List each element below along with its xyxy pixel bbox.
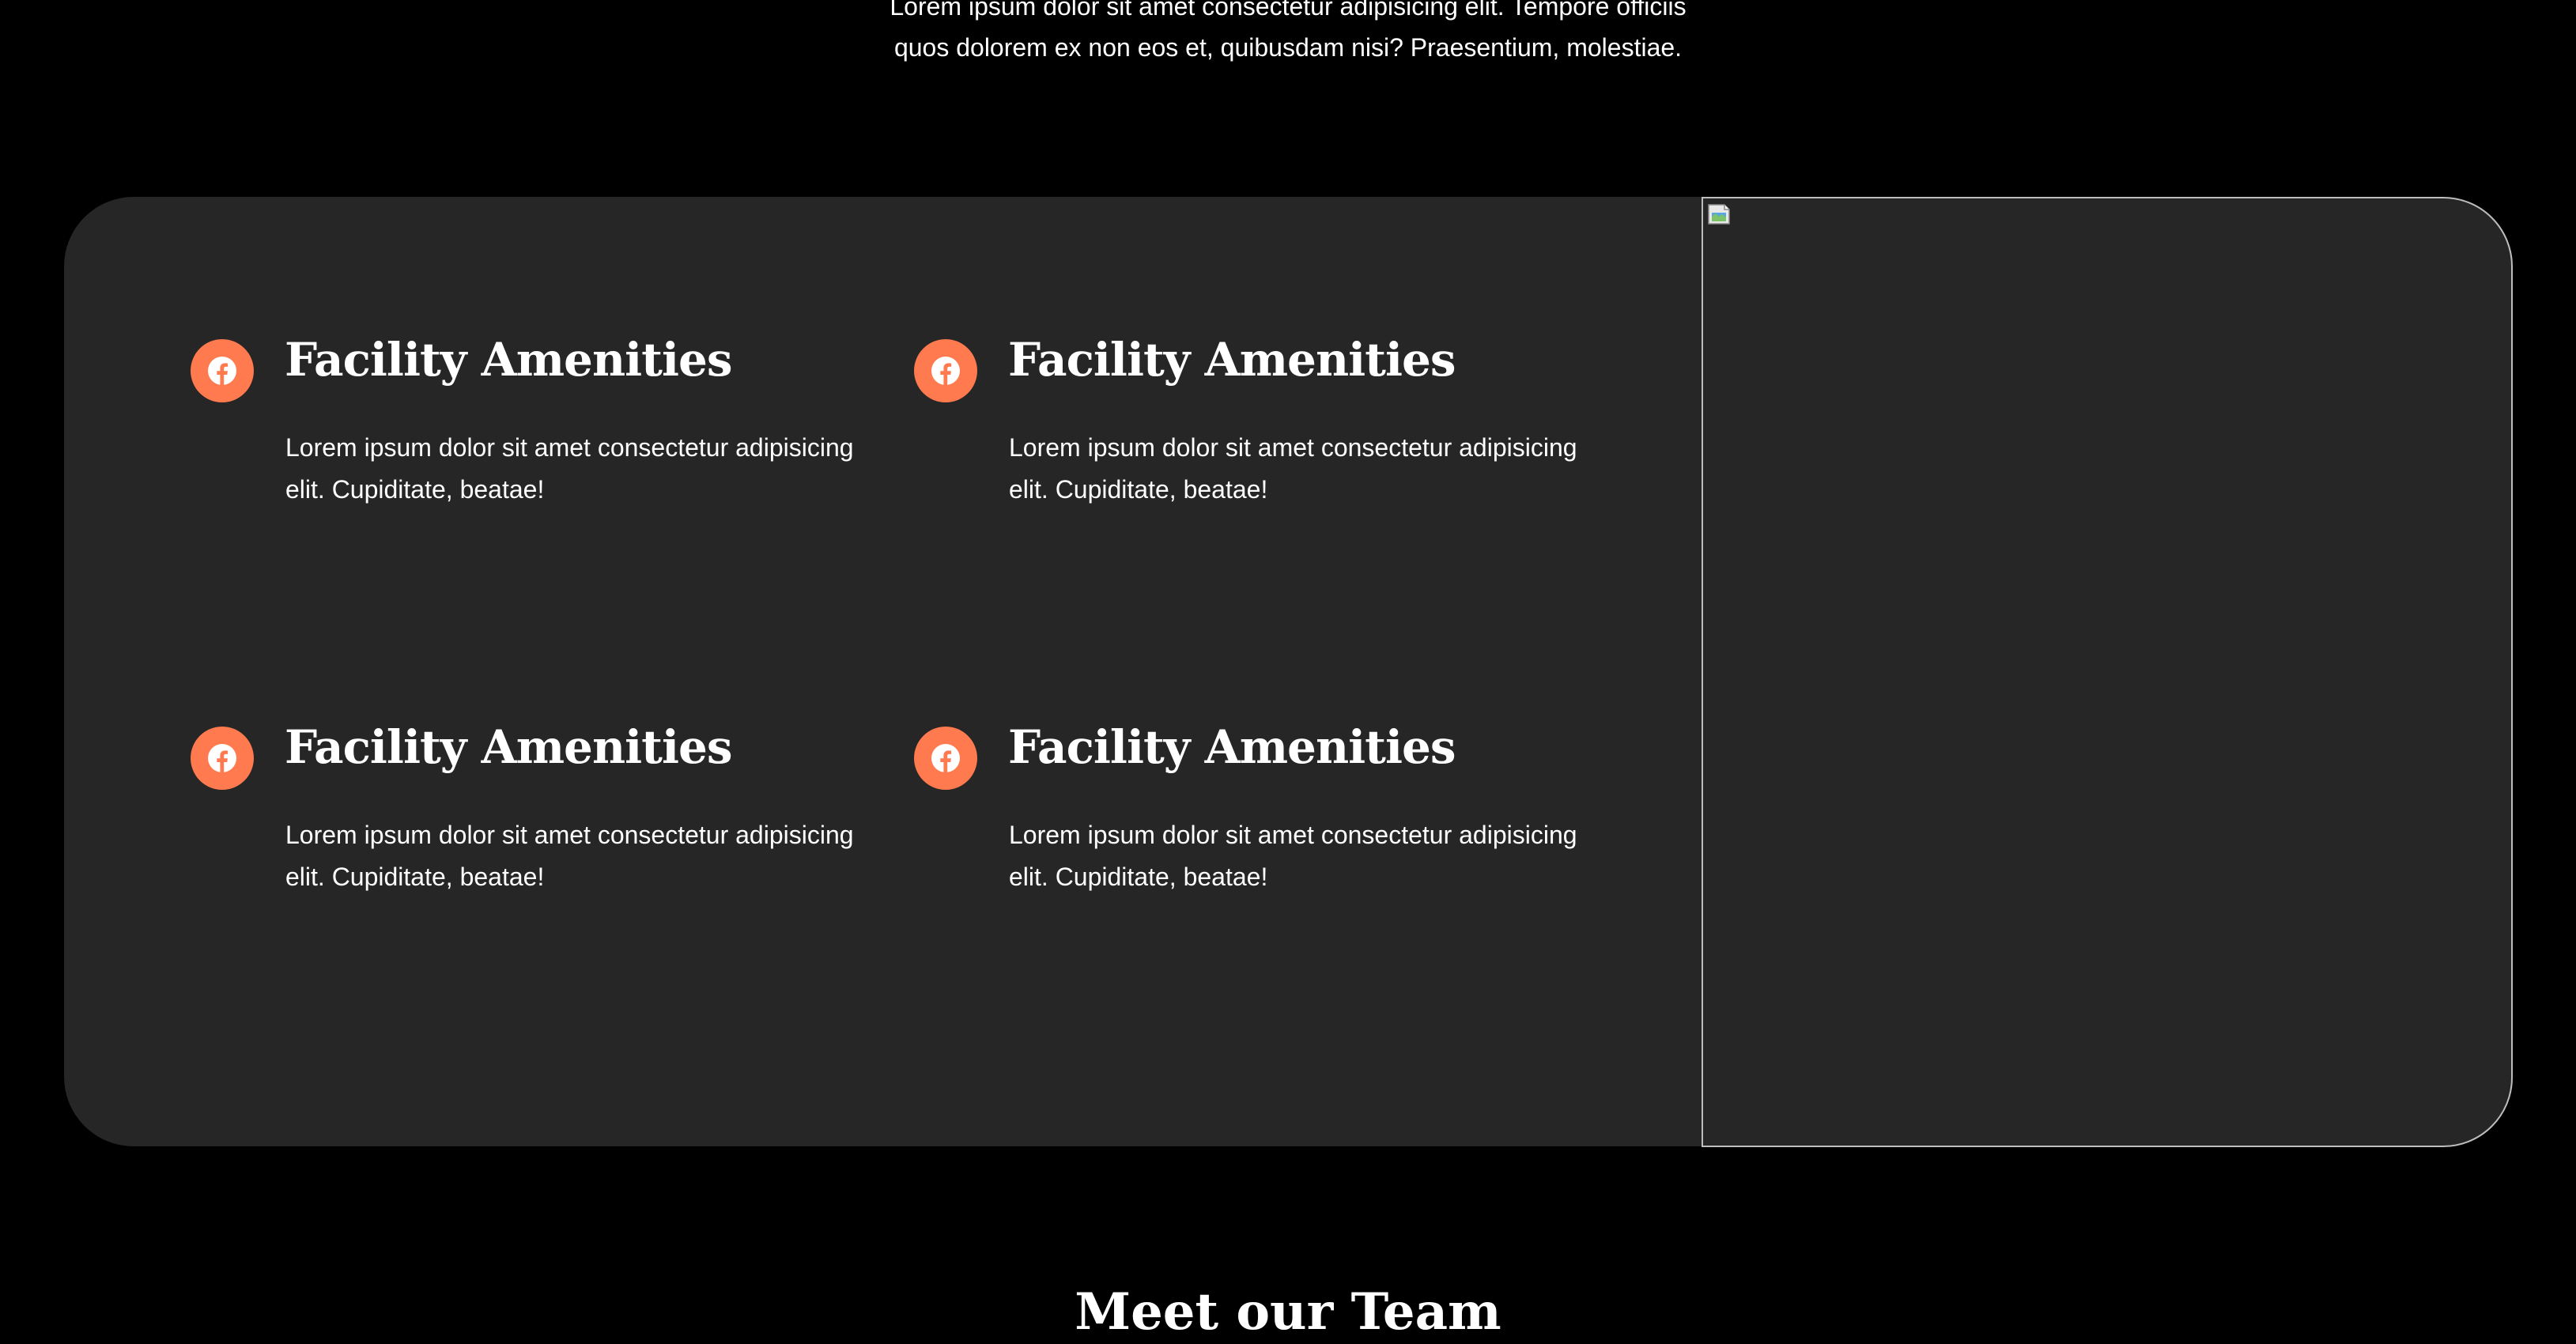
intro-paragraph: Lorem ipsum dolor sit amet consectetur a… — [0, 0, 2576, 68]
intro-line-1: Lorem ipsum dolor sit amet consectetur a… — [890, 0, 1686, 21]
facebook-icon[interactable] — [191, 339, 254, 402]
feature-title: Facility Amenities — [1008, 720, 1456, 774]
amenities-image — [1702, 197, 2513, 1147]
feature-title: Facility Amenities — [285, 333, 733, 387]
facebook-icon[interactable] — [191, 727, 254, 790]
feature-description: Lorem ipsum dolor sit amet consectetur a… — [1009, 433, 1577, 504]
feature-title: Facility Amenities — [1008, 333, 1456, 387]
broken-image-icon — [1708, 204, 1730, 225]
feature-description: Lorem ipsum dolor sit amet consectetur a… — [285, 433, 854, 504]
facebook-icon[interactable] — [914, 727, 977, 790]
feature-description: Lorem ipsum dolor sit amet consectetur a… — [285, 821, 854, 891]
facebook-icon[interactable] — [914, 339, 977, 402]
intro-line-2: quos dolorem ex non eos et, quibusdam ni… — [893, 33, 1683, 62]
feature-description: Lorem ipsum dolor sit amet consectetur a… — [1009, 821, 1577, 891]
section-heading: Meet our Team — [1075, 1282, 1501, 1342]
feature-title: Facility Amenities — [285, 720, 733, 774]
